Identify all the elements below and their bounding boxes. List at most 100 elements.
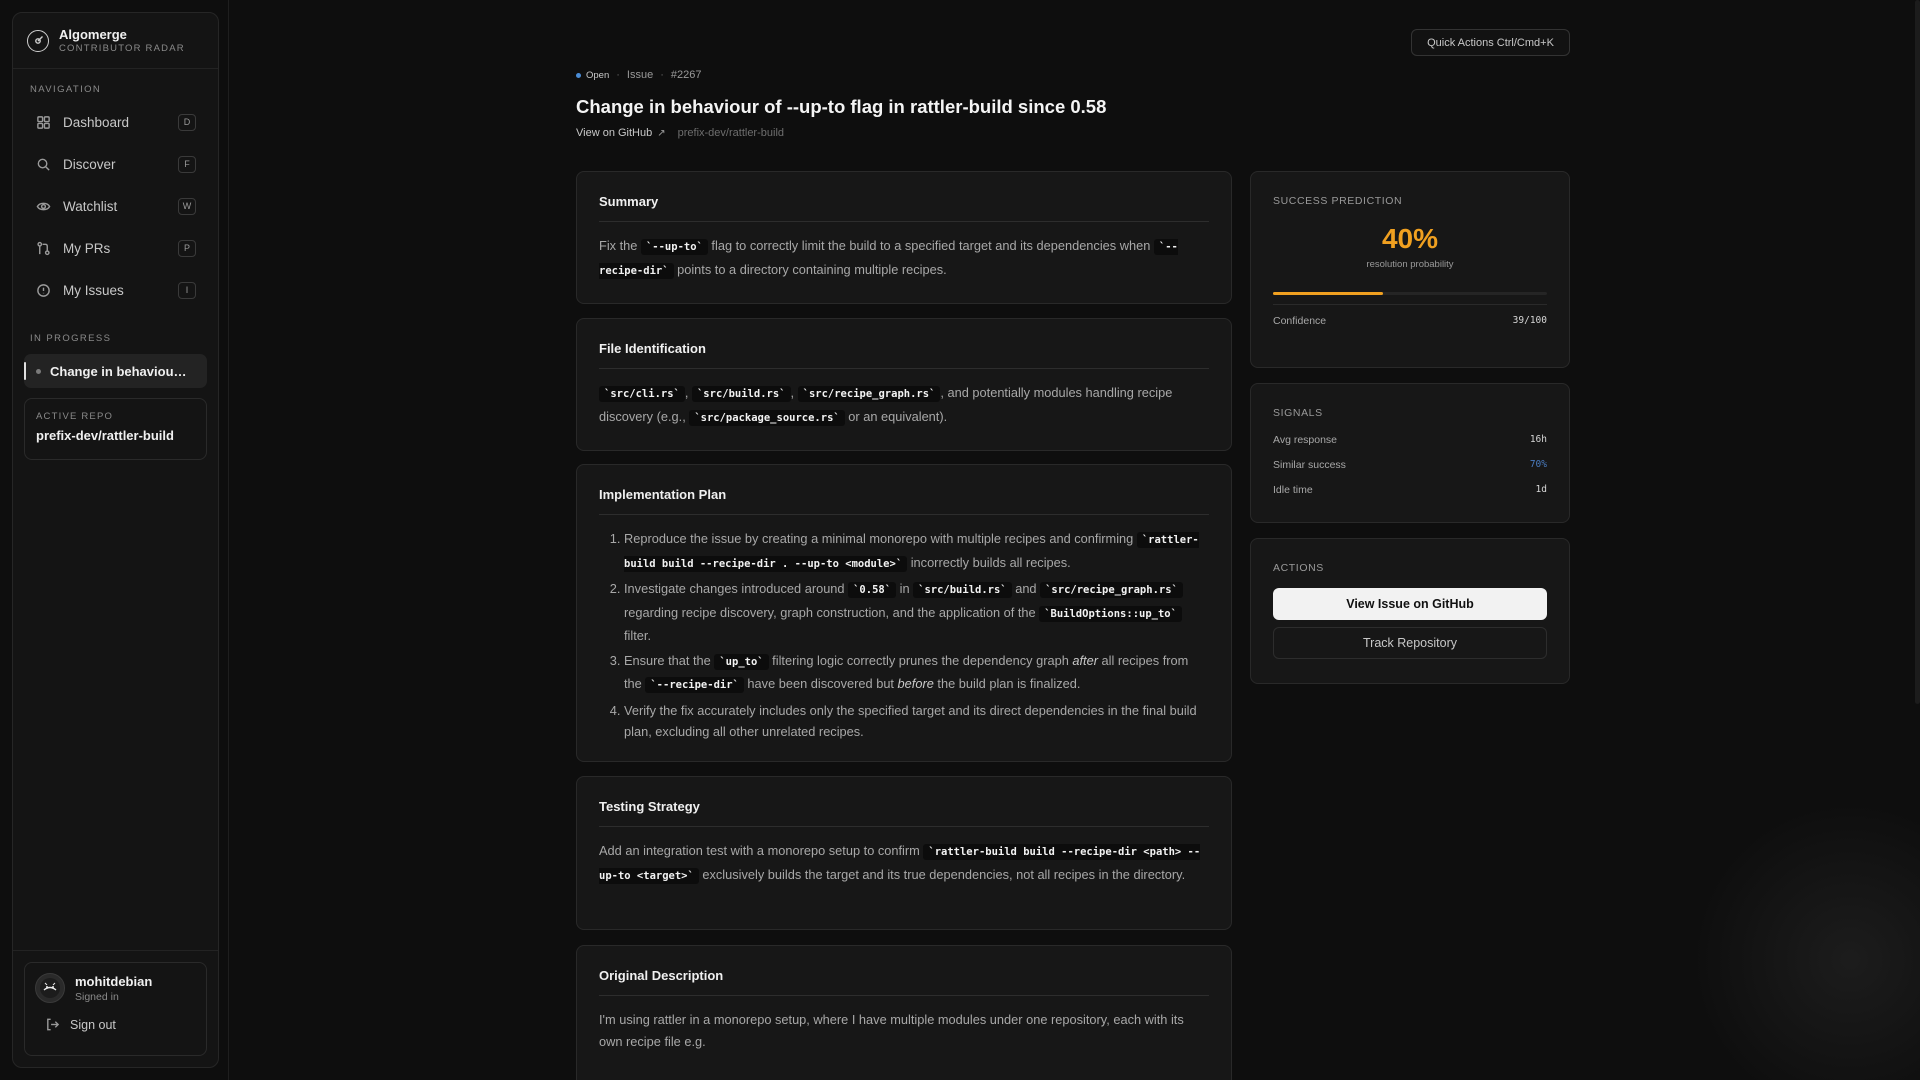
emphasis: before [897, 676, 934, 691]
issue-icon [35, 282, 51, 298]
text: exclusively builds the target and its tr… [698, 866, 1186, 882]
signal-value: 70% [1529, 459, 1547, 470]
in-progress-label: IN PROGRESS [30, 333, 112, 344]
testing-strategy-card: Testing Strategy Add an integration test… [576, 776, 1232, 930]
original-description-card: Original Description I'm using rattler i… [576, 945, 1232, 1080]
user-name: mohitdebian [75, 973, 153, 989]
sidebar-item-my-prs[interactable]: My PRs P [13, 227, 218, 269]
shortcut-badge: F [178, 155, 196, 173]
status-badge: Open [586, 69, 610, 81]
sidebar-item-dashboard[interactable]: Dashboard D [13, 101, 218, 143]
active-repo-name: prefix-dev/rattler-build [36, 428, 174, 443]
text: , [684, 385, 692, 400]
sidebar-item-my-issues[interactable]: My Issues I [13, 269, 218, 311]
issue-links: View on GitHub ↗ prefix-dev/rattler-buil… [576, 127, 784, 139]
plan-steps: Reproduce the issue by creating a minima… [599, 528, 1209, 743]
success-subtitle: resolution probability [1366, 259, 1454, 270]
sidebar-item-label: Discover [63, 156, 116, 172]
shortcut-badge: I [178, 281, 196, 299]
testing-strategy-title: Testing Strategy [599, 777, 1209, 827]
repo-link[interactable]: prefix-dev/rattler-build [678, 127, 784, 139]
success-progress-bar [1273, 292, 1547, 295]
inline-code: `--up-to` [640, 239, 708, 255]
success-percent: 40% [1381, 223, 1439, 254]
implementation-plan-title: Implementation Plan [599, 465, 1209, 515]
signal-row-idle-time: Idle time 1d [1273, 484, 1547, 496]
sign-out-icon [47, 1018, 60, 1031]
success-prediction-card: SUCCESS PREDICTION 40% resolution probab… [1250, 171, 1570, 368]
confidence-value: 39/100 [1512, 315, 1547, 326]
radar-logo-icon [27, 29, 49, 52]
track-repository-button[interactable]: Track Repository [1273, 627, 1547, 659]
sign-out-label: Sign out [70, 1017, 116, 1032]
sign-out-button[interactable]: Sign out [35, 1017, 196, 1032]
text: Fix the [599, 238, 641, 253]
user-card: mohitdebian Signed in Sign out [24, 962, 207, 1056]
text: Ensure that the [624, 652, 715, 668]
inline-code: `--recipe-dir` [645, 677, 744, 693]
sidebar: Algomerge CONTRIBUTOR RADAR NAVIGATION D… [12, 12, 219, 1068]
signal-value: 1d [1535, 484, 1547, 495]
inline-code: `src/cli.rs` [599, 386, 685, 402]
sidebar-item-label: Watchlist [63, 198, 118, 214]
text: or an equivalent). [844, 408, 948, 424]
inline-code: `src/recipe_graph.rs` [797, 386, 941, 402]
view-on-github-link[interactable]: View on GitHub [576, 127, 652, 139]
original-description-title: Original Description [599, 946, 1209, 996]
file-identification-card: File Identification `src/cli.rs`, `src/b… [576, 318, 1232, 451]
dashboard-icon [35, 114, 51, 130]
text: in [896, 581, 914, 596]
text: and [1011, 581, 1041, 596]
signals-label: SIGNALS [1273, 407, 1323, 419]
success-prediction-label: SUCCESS PREDICTION [1273, 195, 1403, 207]
plan-step: Verify the fix accurately includes only … [624, 700, 1209, 743]
actions-card: ACTIONS View Issue on GitHub Track Repos… [1250, 538, 1570, 684]
confidence-row: Confidence 39/100 [1273, 315, 1547, 327]
sidebar-item-watchlist[interactable]: Watchlist W [13, 185, 218, 227]
summary-title: Summary [599, 172, 1209, 222]
text: flag to correctly limit the build to a s… [707, 238, 1154, 253]
sidebar-item-label: Dashboard [63, 114, 130, 130]
original-description-body: I'm using rattler in a monorepo setup, w… [599, 1012, 1184, 1049]
issue-type: Issue [626, 69, 654, 81]
view-issue-on-github-button[interactable]: View Issue on GitHub [1273, 588, 1547, 620]
inline-code: `src/package_source.rs` [689, 409, 845, 426]
brand[interactable]: Algomerge CONTRIBUTOR RADAR [13, 13, 218, 69]
text: Add an integration test with a monorepo … [599, 843, 924, 858]
text: , [790, 385, 798, 400]
progress-dot-icon [36, 368, 41, 374]
summary-body: Fix the `--up-to` flag to correctly limi… [599, 222, 1209, 282]
text: filtering logic correctly prunes the dep… [768, 652, 1073, 668]
inline-code: `src/recipe_graph.rs` [1040, 582, 1183, 598]
avatar[interactable] [35, 973, 65, 1003]
in-progress-item[interactable]: Change in behaviour of --up-to flag in r… [24, 354, 207, 388]
signals-card: SIGNALS Avg response 16h Similar success… [1250, 383, 1570, 523]
active-repo-card[interactable]: ACTIVE REPO prefix-dev/rattler-build [24, 398, 207, 460]
testing-strategy-body: Add an integration test with a monorepo … [599, 827, 1209, 887]
inline-code: `src/build.rs` [913, 582, 1012, 598]
text: have been discovered but [743, 676, 898, 691]
plan-step: Reproduce the issue by creating a minima… [624, 528, 1209, 575]
sidebar-item-discover[interactable]: Discover F [13, 143, 218, 185]
user-status: Signed in [75, 990, 119, 1003]
shortcut-badge: P [178, 239, 196, 257]
meta-separator: · [616, 69, 620, 81]
quick-actions-button[interactable]: Quick Actions Ctrl/Cmd+K [1411, 29, 1570, 56]
sidebar-footer: mohitdebian Signed in Sign out [13, 950, 218, 1067]
signal-row-avg-response: Avg response 16h [1273, 434, 1547, 446]
text: points to a directory containing multipl… [673, 261, 947, 277]
text: filter. [624, 628, 652, 643]
scrollbar[interactable] [1915, 0, 1920, 704]
plan-step: Investigate changes introduced around `0… [624, 578, 1209, 647]
signal-label: Similar success [1273, 459, 1346, 471]
sidebar-item-label: My PRs [63, 240, 111, 256]
inline-code: `up_to` [714, 653, 769, 670]
shortcut-badge: W [178, 197, 196, 215]
plan-step: Ensure that the `up_to` filtering logic … [624, 650, 1209, 697]
active-repo-label: ACTIVE REPO [36, 411, 114, 422]
file-identification-body: `src/cli.rs`, `src/build.rs`, `src/recip… [599, 369, 1209, 429]
page-title: Change in behaviour of --up-to flag in r… [576, 96, 1107, 117]
sidebar-item-label: My Issues [63, 282, 124, 298]
signal-label: Idle time [1273, 484, 1313, 496]
eye-icon [35, 198, 51, 214]
